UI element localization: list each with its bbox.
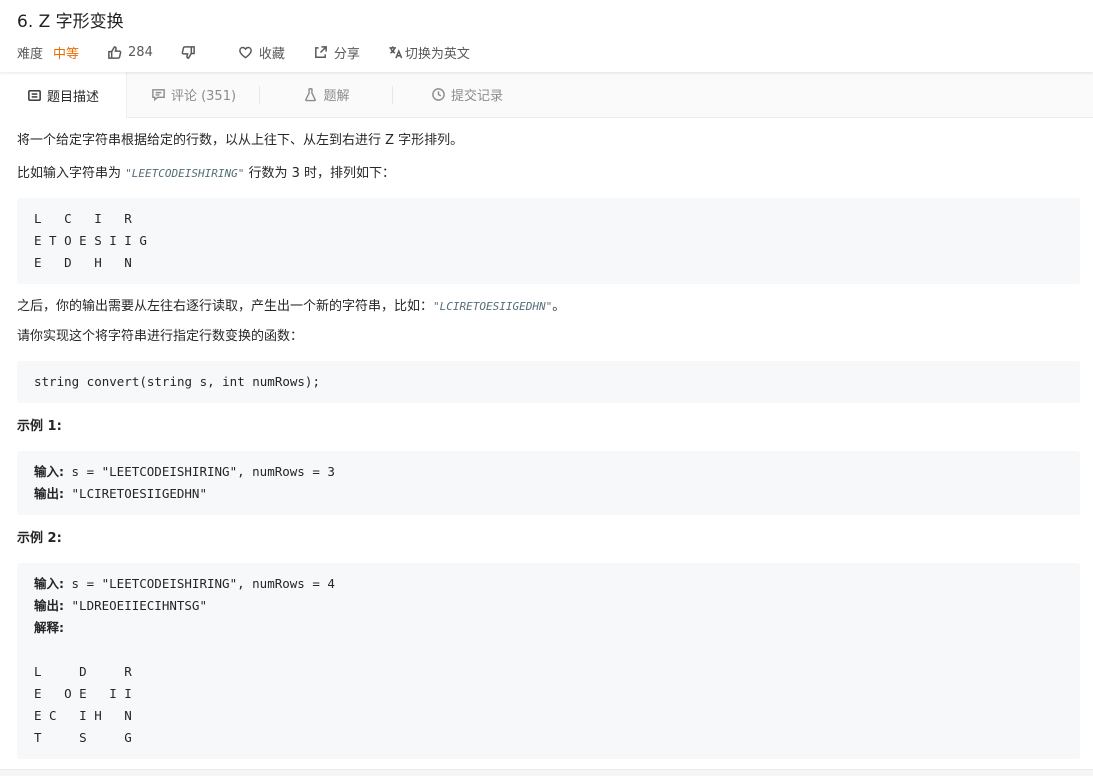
example-code-block: 输入: s = "LEETCODEISHIRING", numRows = 4 … [17, 563, 1080, 759]
input-value: s = "LEETCODEISHIRING", numRows = 4 [64, 576, 335, 591]
text-span: 之后，你的输出需要从左往右逐行读取，产生出一个新的字符串，比如： [17, 299, 434, 314]
share-icon [314, 45, 327, 58]
difficulty-label: 难度 [17, 46, 44, 62]
problem-meta-bar: 难度 中等 284 收藏 分享 切换为英文 [17, 43, 1076, 62]
page-title: 6. Z 字形变换 [17, 12, 124, 32]
switch-language-label: 切换为英文 [404, 46, 470, 62]
tab-label: 题目描述 [46, 89, 99, 105]
favorite-label: 收藏 [258, 46, 285, 62]
dislike-button[interactable] [181, 45, 202, 60]
tab-description[interactable]: 题目描述 [0, 72, 127, 118]
signature-code-block: string convert(string s, int numRows); [17, 361, 1080, 403]
like-button[interactable]: 284 [107, 45, 153, 60]
problem-header: 6. Z 字形变换 难度 中等 284 收藏 分享 切换为英文 [0, 0, 1093, 72]
explain-label: 解释: [34, 620, 64, 635]
input-label: 输入: [34, 464, 64, 479]
text-span: 比如输入字符串为 [17, 166, 126, 181]
problem-tabs: 题目描述 评论 (351) 题解 提交记录 [0, 72, 1093, 118]
input-value: s = "LEETCODEISHIRING", numRows = 3 [64, 464, 335, 479]
clock-icon [432, 88, 445, 101]
share-button[interactable]: 分享 [313, 43, 360, 62]
switch-language-button[interactable]: 切换为英文 [388, 43, 470, 62]
output-label: 输出: [34, 486, 64, 501]
description-paragraph: 请你实现这个将字符串进行指定行数变换的函数： [17, 329, 304, 344]
text-span: 行数为 3 时，排列如下： [244, 166, 396, 181]
description-paragraph: 比如输入字符串为 "LEETCODEISHIRING" 行数为 3 时，排列如下… [17, 164, 1080, 184]
tab-submissions[interactable]: 提交记录 [393, 72, 541, 117]
problem-description: 将一个给定字符串根据给定的行数，以从上往下、从左到右进行 Z 字形排列。 比如输… [0, 131, 1093, 759]
tab-label: 评论 (351) [170, 89, 237, 104]
example-title: 示例 1: [17, 419, 62, 434]
difficulty-value: 中等 [53, 46, 80, 62]
thumbs-up-icon [108, 45, 122, 59]
comment-icon [152, 89, 165, 102]
input-label: 输入: [34, 576, 64, 591]
document-icon [28, 89, 41, 101]
tab-label: 题解 [323, 89, 350, 104]
thumbs-down-icon [181, 45, 195, 59]
text-span: 。 [552, 299, 566, 314]
tab-solutions[interactable]: 题解 [260, 72, 393, 117]
description-paragraph: 之后，你的输出需要从左往右逐行读取，产生出一个新的字符串，比如："LCIRETO… [17, 297, 1080, 317]
inline-code: "LEETCODEISHIRING" [125, 167, 245, 180]
tab-comments[interactable]: 评论 (351) [127, 72, 260, 117]
tab-label: 提交记录 [450, 89, 503, 104]
flask-icon [305, 88, 317, 102]
output-value: "LCIRETOESIIGEDHN" [64, 486, 207, 501]
example-title: 示例 2: [17, 531, 62, 546]
inline-code: "LCIRETOESIIGEDHN" [433, 300, 553, 313]
translate-icon [389, 45, 403, 58]
share-label: 分享 [333, 46, 360, 62]
explain-zigzag: L D R E O E I I E C I H N T S G [34, 664, 132, 745]
like-count: 284 [128, 44, 153, 60]
example-code-block: 输入: s = "LEETCODEISHIRING", numRows = 3 … [17, 451, 1080, 515]
description-paragraph: 将一个给定字符串根据给定的行数，以从上往下、从左到右进行 Z 字形排列。 [17, 133, 464, 148]
zigzag-code-block: L C I R E T O E S I I G E D H N [17, 198, 1080, 284]
favorite-button[interactable]: 收藏 [238, 43, 285, 62]
bottom-bar [0, 769, 1093, 776]
heart-icon [238, 46, 252, 59]
output-value: "LDREOEIIECIHNTSG" [64, 598, 207, 613]
output-label: 输出: [34, 598, 64, 613]
